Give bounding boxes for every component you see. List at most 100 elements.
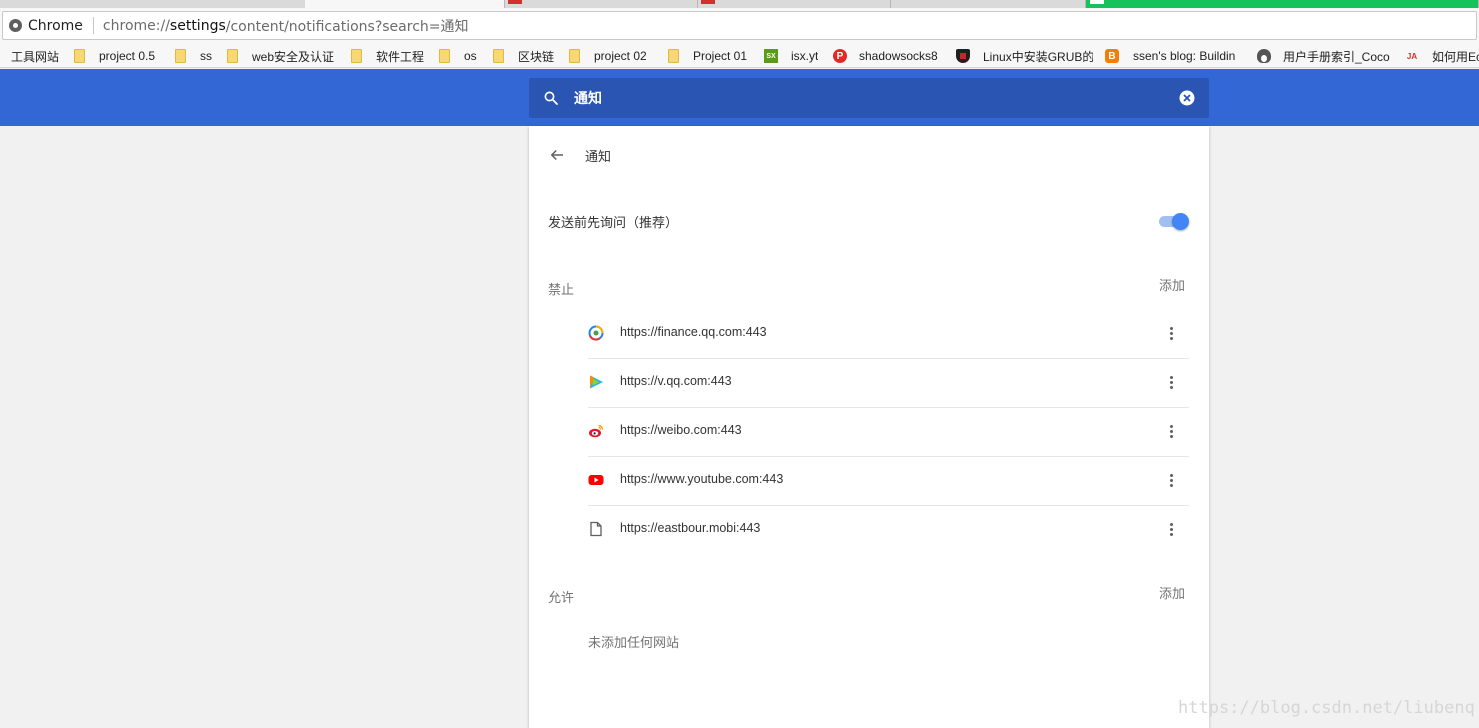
bookmark-item[interactable]: SX isx.yt [764,47,826,65]
bookmark-label: isx.yt [791,49,819,63]
toolbar: Chrome chrome://settings/content/notific… [0,8,1479,44]
bookmark-item[interactable]: JA 如何用Ec [1405,47,1479,65]
folder-icon [175,49,186,63]
bookmark-label: 工具网站 [11,49,60,64]
bookmark-folder[interactable]: ss [175,47,220,65]
more-actions-icon[interactable] [1163,471,1179,489]
site-url: https://weibo.com:443 [620,423,742,437]
more-actions-icon[interactable] [1163,324,1179,342]
clear-search-icon[interactable] [1178,89,1196,107]
bookmark-label: ssen's blog: Buildin [1133,49,1236,63]
blocked-sites-list: https://finance.qq.com:443 https://v.qq.… [588,310,1189,555]
ask-before-sending-label: 发送前先询问（推荐） [548,216,679,231]
tab-4[interactable] [505,0,698,8]
bookmark-item[interactable]: P shadowsocks8 [833,47,948,65]
green-sx-icon: SX [764,49,778,63]
bookmark-item[interactable]: B ssen's blog: Buildin [1105,47,1242,65]
back-arrow-icon[interactable] [548,146,566,164]
origin-chip: Chrome [28,17,83,34]
tab-2[interactable] [118,0,308,8]
bookmark-folder[interactable]: os [439,47,484,65]
address-bar[interactable]: Chrome chrome://settings/content/notific… [2,11,1477,40]
bookmark-label: shadowsocks8 [859,49,938,63]
site-url: https://v.qq.com:443 [620,374,732,388]
add-blocked-site-button[interactable]: 添加 [1159,275,1185,294]
page-title: 通知 [585,150,612,165]
folder-icon [351,49,362,63]
url-host: settings [169,17,226,34]
shield-icon [956,49,970,63]
search-icon [544,91,558,105]
block-section-label: 禁止 [548,283,575,298]
folder-icon [668,49,679,63]
site-row[interactable]: https://weibo.com:443 [588,408,1189,457]
tab-strip [0,0,1479,8]
site-row[interactable]: https://finance.qq.com:443 [588,310,1189,359]
bookmark-label: Linux中安装GRUB的 [983,49,1093,64]
settings-search-field[interactable]: 通知 [529,78,1209,118]
more-actions-icon[interactable] [1163,520,1179,538]
bookmark-folder[interactable]: Project 01 [668,47,756,65]
url-scheme: chrome:// [102,17,170,34]
tab-6[interactable] [891,0,1086,8]
allow-section-label: 允许 [548,591,575,606]
bookmark-item[interactable]: 工具网站 [11,47,67,65]
bookmark-label: Project 01 [693,49,748,63]
site-url: https://eastbour.mobi:443 [620,521,761,535]
tab-5[interactable] [698,0,891,8]
tab-7[interactable] [1086,0,1479,8]
folder-icon [74,49,85,63]
ask-before-sending-toggle[interactable] [1158,213,1190,231]
bookmark-label: 区块链 [518,49,555,64]
bookmark-folder[interactable]: web安全及认证 [227,47,343,65]
qq-finance-icon [588,325,604,341]
bookmark-item[interactable]: Linux中安装GRUB的 [956,47,1093,65]
folder-icon [493,49,504,63]
bookmark-label: project 0.5 [99,49,156,63]
toggle-knob [1172,213,1189,230]
bookmark-label: ss [200,49,212,63]
youtube-icon [588,475,604,485]
tencent-video-icon [590,375,603,389]
notifications-card: 通知 发送前先询问（推荐） 禁止 添加 https://finance.qq.c… [529,126,1209,728]
tab-settings[interactable] [305,0,505,8]
tab-favicon [508,0,522,4]
bookmarks-bar: 工具网站 project 0.5 ss web安全及认证 软件工程 os 区块链… [0,44,1479,68]
folder-icon [227,49,238,63]
ja-icon: JA [1406,51,1418,61]
site-row[interactable]: https://eastbour.mobi:443 [588,506,1189,555]
site-row[interactable]: https://v.qq.com:443 [588,359,1189,408]
url-path: /content/notifications?search=通知 [225,18,469,35]
bookmark-folder[interactable]: project 0.5 [74,47,166,65]
blogger-icon: B [1105,49,1119,63]
bookmark-item[interactable]: 用户手册索引_Coco [1257,47,1390,65]
bookmark-label: 用户手册索引_Coco [1283,49,1390,64]
folder-icon [569,49,580,63]
weibo-icon [589,424,604,438]
tab-favicon [1090,0,1104,4]
tab-favicon [701,0,715,4]
folder-icon [439,49,450,63]
divider [92,17,94,34]
bookmark-label: web安全及认证 [252,49,335,64]
bookmark-label: project 02 [594,49,647,63]
penguin-icon [1257,49,1271,63]
more-actions-icon[interactable] [1163,373,1179,391]
site-row[interactable]: https://www.youtube.com:443 [588,457,1189,506]
bookmark-label: 软件工程 [376,49,425,64]
more-actions-icon[interactable] [1163,422,1179,440]
add-allowed-site-button[interactable]: 添加 [1159,583,1185,602]
search-input[interactable]: 通知 [574,88,602,108]
bookmark-folder[interactable]: 区块链 [493,47,561,65]
site-url: https://finance.qq.com:443 [620,325,767,339]
no-sites-message: 未添加任何网站 [588,636,680,651]
chrome-icon [9,19,22,32]
red-p-icon: P [833,49,847,63]
watermark: https://blog.csdn.net/liubenq [1178,698,1475,718]
document-icon [590,521,602,537]
bookmark-folder[interactable]: 软件工程 [351,47,431,65]
site-url: https://www.youtube.com:443 [620,472,784,486]
bookmark-label: os [464,49,477,63]
bookmark-folder[interactable]: project 02 [569,47,659,65]
bookmark-label: 如何用Ec [1432,49,1479,64]
